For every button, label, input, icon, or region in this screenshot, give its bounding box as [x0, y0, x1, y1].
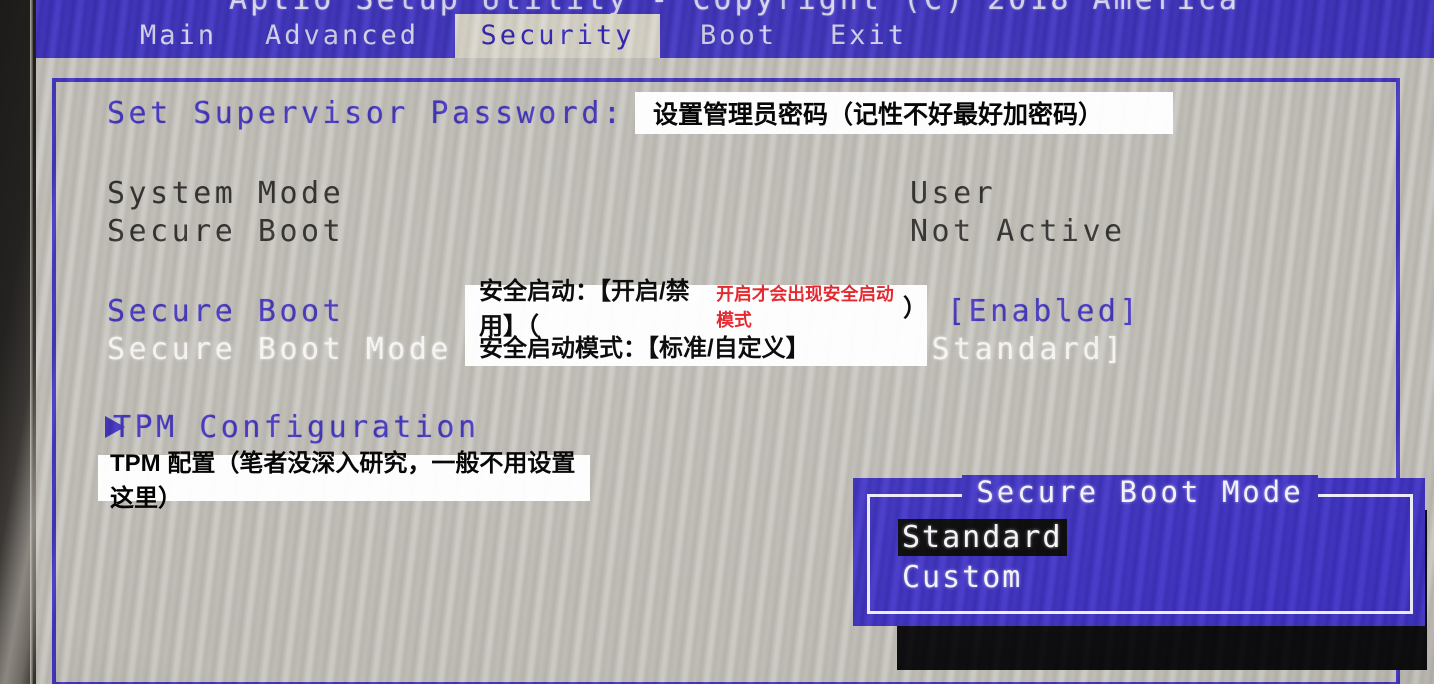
annotation-password-text: 设置管理员密码（记性不好最好加密码） — [653, 101, 1104, 129]
tab-advanced[interactable]: Advanced — [255, 14, 429, 58]
annotation-secure-boot-red: 开启才会出现安全启动模式 — [716, 283, 894, 330]
annotation-secure-boot: 安全启动：【开启/禁用】（ 开启才会出现安全启动模式） 安全启动模式：【标准/自定… — [465, 278, 927, 366]
annotation-secure-boot-tail: ） — [903, 295, 927, 322]
annotation-tpm-text: TPM 配置（笔者没深入研究，一般不用设置这里） — [110, 450, 576, 512]
annotation-secure-boot-mode-text: 安全启动模式：【标准/自定义】 — [479, 335, 810, 362]
secure-boot-mode-dialog: Secure Boot Mode Standard Custom — [853, 475, 1425, 626]
bios-screen: Aptio Setup Utility - Copyright (C) 2018… — [35, 0, 1434, 684]
monitor-bezel — [0, 0, 36, 684]
tab-security[interactable]: Security — [455, 14, 660, 58]
annotation-password: 设置管理员密码（记性不好最好加密码） — [635, 92, 1173, 134]
submenu-arrow-icon — [105, 416, 125, 438]
dialog-option-custom[interactable]: Custom — [898, 559, 1026, 596]
tab-exit[interactable]: Exit — [820, 14, 917, 58]
tab-main[interactable]: Main — [130, 14, 227, 58]
tab-boot[interactable]: Boot — [690, 14, 787, 58]
annotation-tpm: TPM 配置（笔者没深入研究，一般不用设置这里） — [98, 450, 590, 512]
dialog-title-wrap: Secure Boot Mode — [870, 475, 1410, 509]
dialog-title: Secure Boot Mode — [962, 475, 1318, 509]
menu-tab-bar: Main Advanced Security Boot Exit — [35, 14, 1434, 58]
dialog-option-standard[interactable]: Standard — [898, 519, 1067, 556]
dialog-border: Secure Boot Mode Standard Custom — [867, 475, 1413, 614]
